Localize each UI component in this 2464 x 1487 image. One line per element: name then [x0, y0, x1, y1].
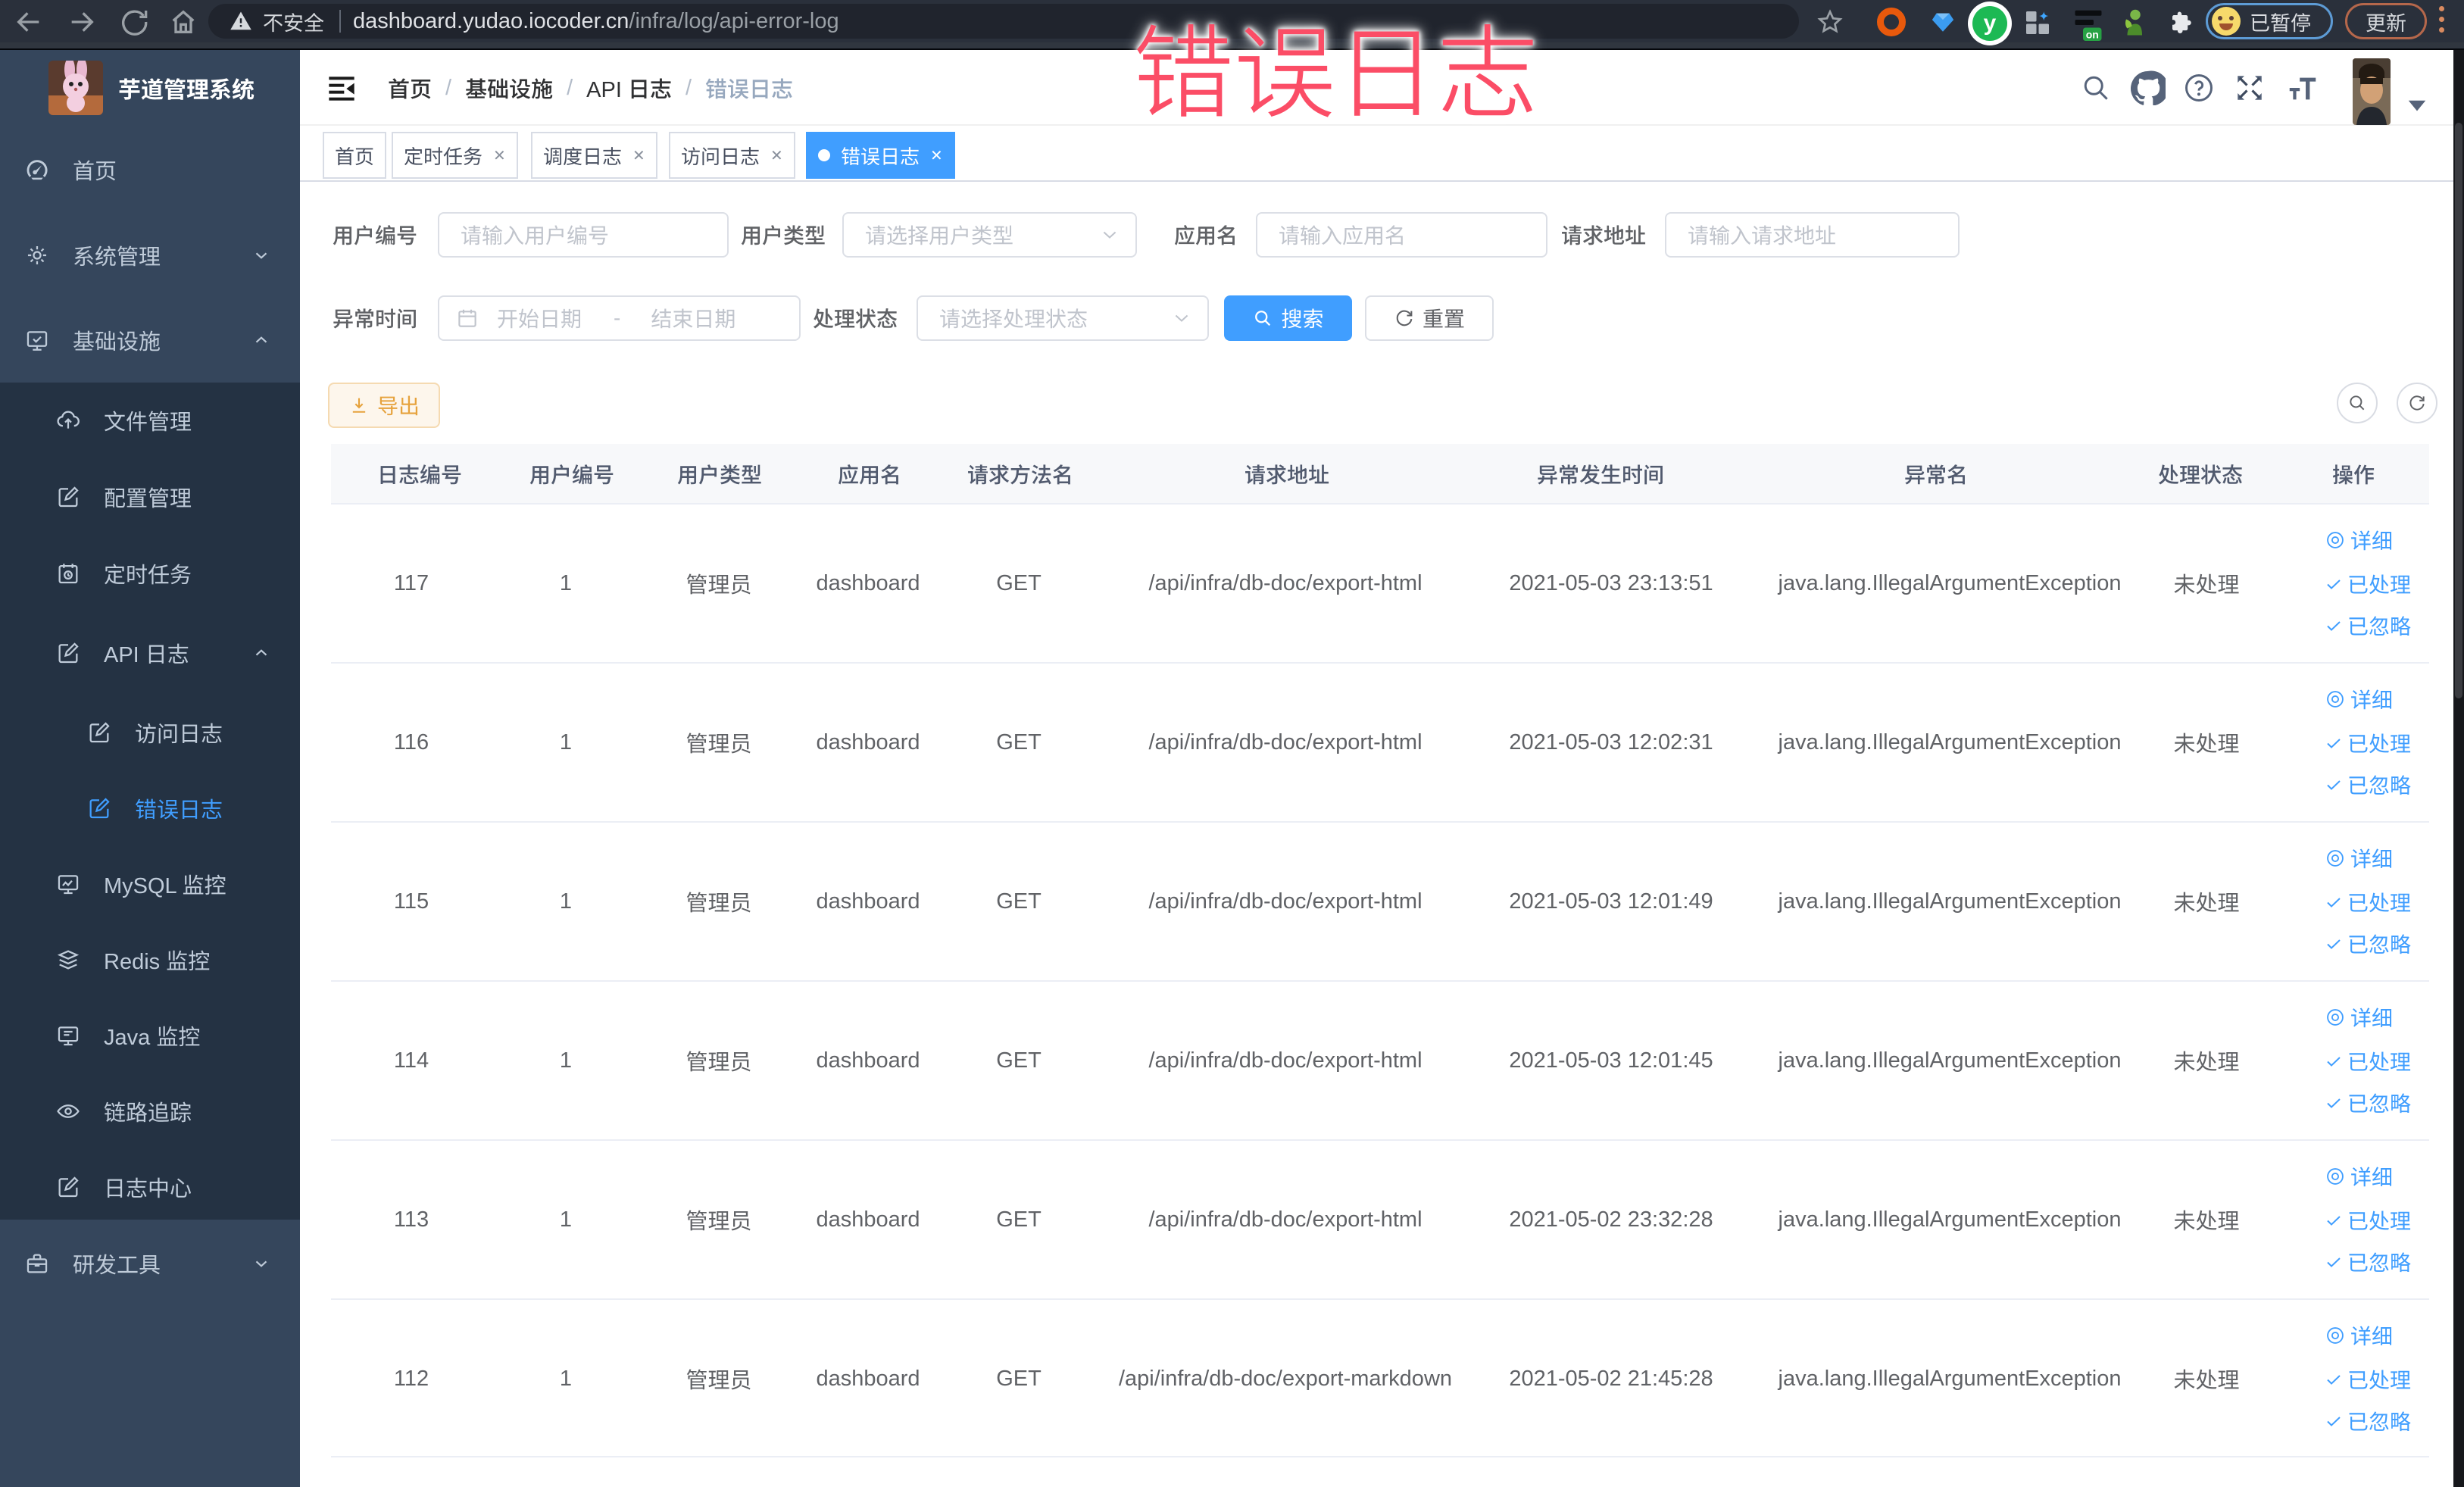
svg-text:on: on — [2086, 29, 2099, 41]
